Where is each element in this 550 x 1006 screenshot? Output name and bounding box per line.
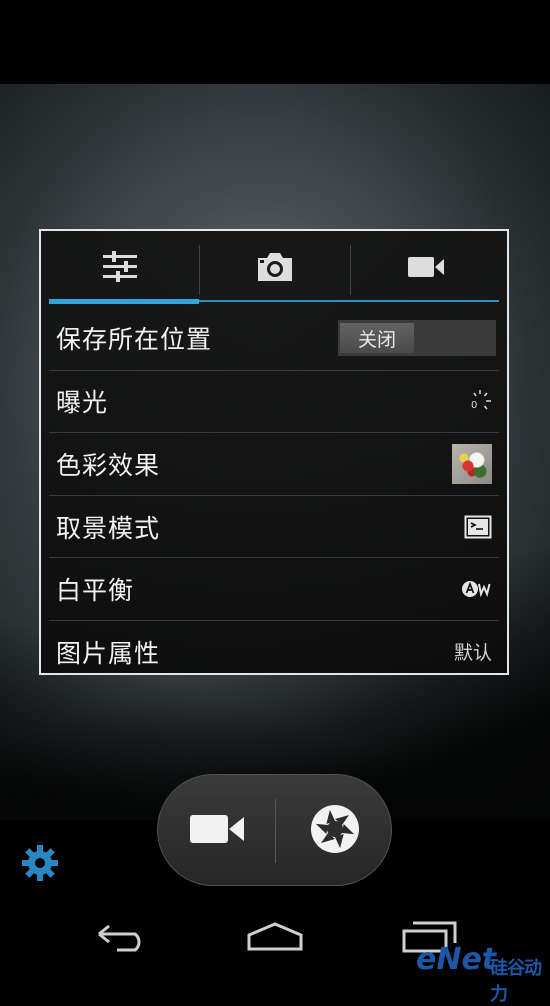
settings-gear-button[interactable] [20,845,60,885]
setting-exposure[interactable]: 曝光 0 [49,369,499,433]
color-effect-thumbnail [452,443,492,484]
picture-properties-value: 默认 [453,642,492,665]
tab-video-settings[interactable] [351,231,501,307]
watermark: eNet 硅谷动力 [410,942,550,1005]
exposure-value: 0 [471,400,477,411]
setting-label: 取景模式 [56,513,161,543]
shutter-icon [309,803,361,859]
setting-picture-properties[interactable]: 图片属性 默认 [49,619,499,683]
scene-mode-icon [464,515,492,539]
active-tab-indicator [49,299,199,304]
tab-photo-settings[interactable] [200,231,350,307]
watermark-brand: eNet [416,942,497,977]
settings-sliders-icon [102,251,138,287]
camera-icon [256,252,294,286]
back-icon [95,922,149,956]
shutter-button[interactable] [276,775,393,887]
storage-location-toggle[interactable]: 关闭 [338,320,496,357]
home-icon [246,922,304,956]
setting-white-balance[interactable]: 白平衡 [49,557,499,620]
setting-scene-mode[interactable]: 取景模式 [49,494,499,558]
setting-color-effect[interactable]: 色彩效果 [49,432,499,495]
auto-white-balance-icon [462,580,492,598]
status-bar [0,0,550,84]
settings-tabs [41,231,507,307]
video-mode-button[interactable] [158,775,275,887]
setting-storage-location[interactable]: 保存所在位置 关闭 [49,307,499,370]
video-camera-icon [189,812,245,850]
camera-settings-panel: 保存所在位置 关闭 曝光 0 色彩效果 取景模式 白平衡 图片属性 默认 [39,229,509,675]
home-button[interactable] [235,914,315,964]
gear-icon [21,844,59,886]
setting-label: 图片属性 [56,638,161,668]
toggle-state: 关闭 [340,323,414,354]
capture-controls [157,774,392,886]
video-camera-icon [407,255,445,283]
back-button[interactable] [82,914,162,964]
watermark-cn: 硅谷动力 [490,958,542,1005]
setting-label: 曝光 [56,388,109,418]
settings-list: 保存所在位置 关闭 曝光 0 色彩效果 取景模式 白平衡 图片属性 默认 [41,307,507,683]
tab-general-settings[interactable] [45,231,195,307]
setting-label: 保存所在位置 [56,325,213,355]
setting-label: 色彩效果 [56,450,161,480]
exposure-icon: 0 [468,389,492,413]
setting-label: 白平衡 [56,576,135,606]
